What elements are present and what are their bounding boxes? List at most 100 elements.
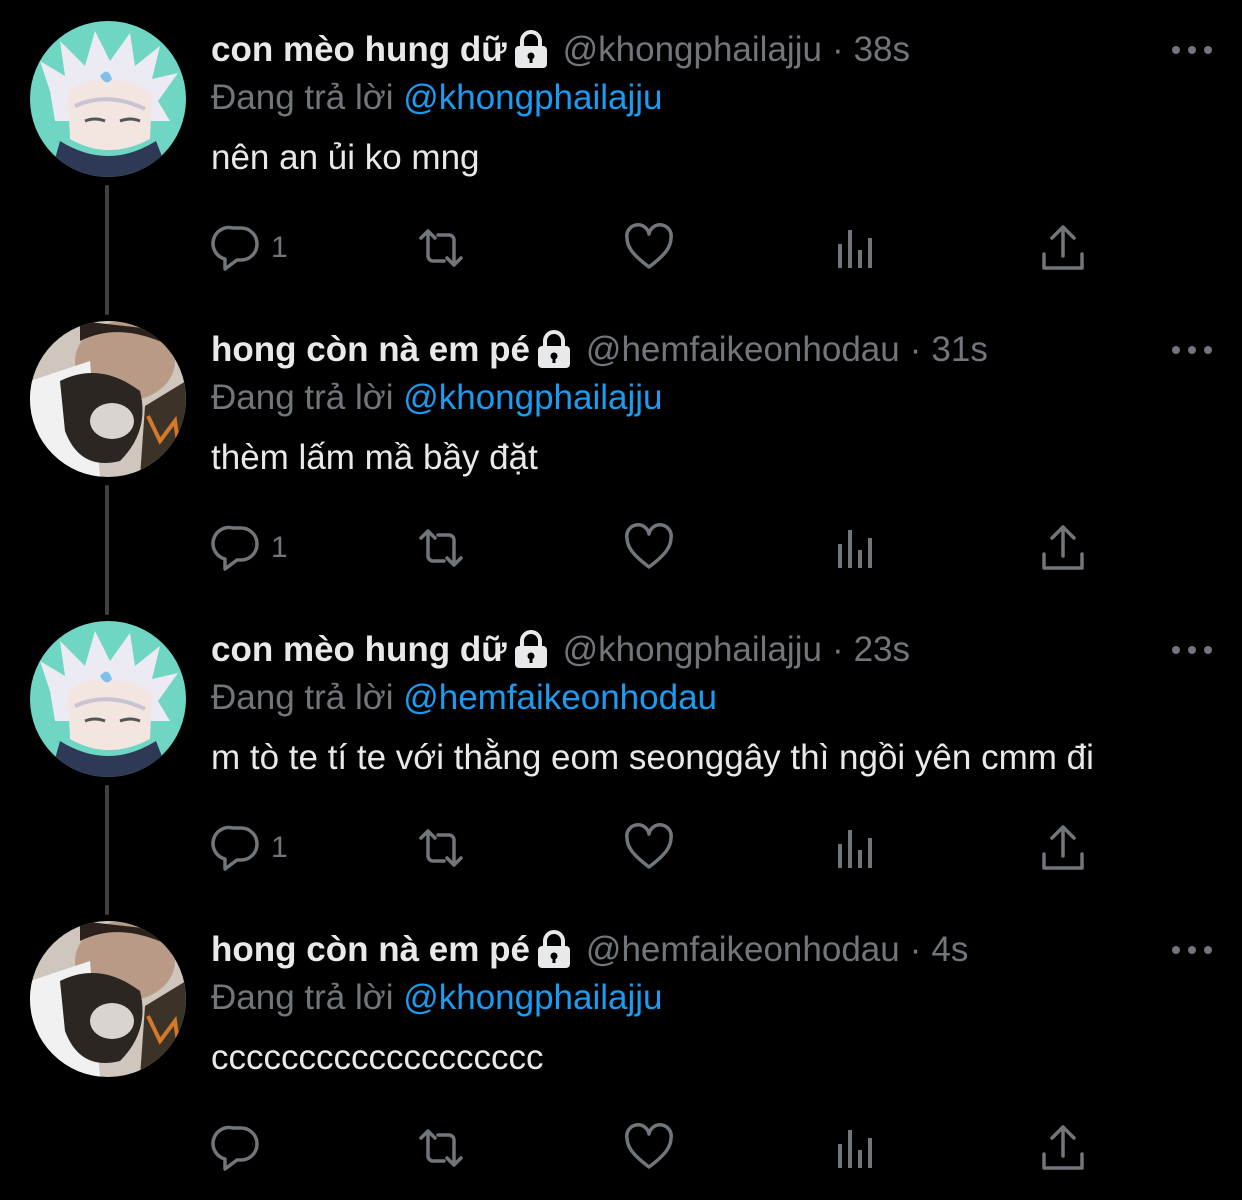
more-horizontal-icon[interactable]	[1172, 940, 1212, 960]
views-icon	[838, 1130, 872, 1168]
lock-icon	[536, 330, 572, 370]
like-button[interactable]	[623, 520, 675, 576]
mention-link[interactable]: @khongphailajju	[403, 78, 662, 117]
user-handle[interactable]: @khongphailajju	[563, 30, 822, 70]
timestamp[interactable]: 38s	[854, 30, 910, 70]
avatar[interactable]	[30, 921, 186, 1077]
mention-link[interactable]: @khongphailajju	[403, 378, 662, 417]
separator-dot: ·	[909, 930, 922, 969]
share-icon	[1042, 525, 1084, 570]
more-horizontal-icon[interactable]	[1172, 40, 1212, 60]
share-icon	[1042, 225, 1084, 270]
tweet-header: hong còn nà em pé @hemfaikeonhodau · 4s	[211, 928, 968, 972]
user-handle[interactable]: @khongphailajju	[563, 630, 822, 670]
mention-link[interactable]: @hemfaikeonhodau	[403, 678, 717, 717]
lock-icon	[536, 930, 572, 970]
views-icon	[838, 830, 872, 868]
separator-dot: ·	[909, 330, 922, 369]
replying-to-label: Đang trả lời	[211, 978, 394, 1017]
tweet-header: con mèo hung dữ @khongphailajju · 23s	[211, 628, 910, 672]
retweet-button[interactable]	[415, 1120, 467, 1176]
separator-dot: ·	[831, 30, 844, 69]
reply-button[interactable]: 1	[211, 220, 288, 276]
action-bar: 1	[211, 520, 1091, 576]
replying-to-label: Đang trả lời	[211, 678, 394, 717]
retweet-icon	[419, 229, 463, 267]
reply-button[interactable]: 1	[211, 820, 288, 876]
tweet-text: nên an ủi ko mng	[211, 138, 480, 177]
views-icon	[838, 530, 872, 568]
tweet-text: thèm lấm mầ bầy đặt	[211, 438, 538, 477]
action-bar: 1	[211, 820, 1091, 876]
photo-avatar-image	[30, 921, 186, 1077]
photo-avatar-image	[30, 321, 186, 477]
timestamp[interactable]: 4s	[931, 930, 968, 970]
replying-to-label: Đang trả lời	[211, 78, 394, 117]
lock-icon	[513, 30, 549, 70]
lock-icon	[513, 630, 549, 670]
reply-icon	[211, 225, 259, 271]
retweet-icon	[419, 529, 463, 567]
share-button[interactable]	[1037, 820, 1089, 876]
reply-button[interactable]	[211, 1120, 271, 1176]
retweet-icon	[419, 1129, 463, 1167]
retweet-button[interactable]	[415, 220, 467, 276]
retweet-button[interactable]	[415, 520, 467, 576]
share-icon	[1042, 825, 1084, 870]
more-horizontal-icon[interactable]	[1172, 340, 1212, 360]
reply-count: 1	[271, 231, 288, 264]
like-button[interactable]	[623, 220, 675, 276]
reply-count: 1	[271, 831, 288, 864]
retweet-icon	[419, 829, 463, 867]
tweet-header: con mèo hung dữ @khongphailajju · 38s	[211, 28, 910, 72]
heart-icon	[625, 223, 673, 269]
anime-avatar-image	[30, 21, 186, 177]
retweet-button[interactable]	[415, 820, 467, 876]
views-button[interactable]	[829, 820, 881, 876]
replying-to: Đang trả lời @khongphailajju	[211, 78, 663, 118]
replying-to: Đang trả lời @khongphailajju	[211, 378, 663, 418]
display-name[interactable]: con mèo hung dữ	[211, 30, 507, 70]
avatar[interactable]	[30, 621, 186, 777]
views-button[interactable]	[829, 1120, 881, 1176]
tweet[interactable]: hong còn nà em pé @hemfaikeonhodau · 4s …	[0, 900, 1242, 1200]
reply-icon	[211, 525, 259, 571]
action-bar: 1	[211, 220, 1091, 276]
display-name[interactable]: con mèo hung dữ	[211, 630, 507, 670]
more-horizontal-icon[interactable]	[1172, 640, 1212, 660]
views-button[interactable]	[829, 220, 881, 276]
views-button[interactable]	[829, 520, 881, 576]
share-button[interactable]	[1037, 1120, 1089, 1176]
replying-to: Đang trả lời @khongphailajju	[211, 978, 663, 1018]
timestamp[interactable]: 31s	[931, 330, 987, 370]
heart-icon	[625, 823, 673, 869]
tweet[interactable]: hong còn nà em pé @hemfaikeonhodau · 31s…	[0, 300, 1242, 600]
mention-link[interactable]: @khongphailajju	[403, 978, 662, 1017]
tweet[interactable]: con mèo hung dữ @khongphailajju · 23s Đa…	[0, 600, 1242, 900]
replying-to-label: Đang trả lời	[211, 378, 394, 417]
heart-icon	[625, 1123, 673, 1169]
separator-dot: ·	[831, 630, 844, 669]
reply-icon	[211, 1125, 259, 1171]
share-button[interactable]	[1037, 220, 1089, 276]
share-icon	[1042, 1125, 1084, 1170]
like-button[interactable]	[623, 820, 675, 876]
timestamp[interactable]: 23s	[854, 630, 910, 670]
action-bar	[211, 1120, 1091, 1176]
share-button[interactable]	[1037, 520, 1089, 576]
display-name[interactable]: hong còn nà em pé	[211, 330, 530, 370]
reply-button[interactable]: 1	[211, 520, 288, 576]
avatar[interactable]	[30, 321, 186, 477]
tweet-header: hong còn nà em pé @hemfaikeonhodau · 31s	[211, 328, 988, 372]
reply-count: 1	[271, 531, 288, 564]
tweet[interactable]: con mèo hung dữ @khongphailajju · 38s Đa…	[0, 0, 1242, 300]
like-button[interactable]	[623, 1120, 675, 1176]
user-handle[interactable]: @hemfaikeonhodau	[586, 930, 900, 970]
user-handle[interactable]: @hemfaikeonhodau	[586, 330, 900, 370]
avatar[interactable]	[30, 21, 186, 177]
reply-icon	[211, 825, 259, 871]
views-icon	[838, 230, 872, 268]
heart-icon	[625, 523, 673, 569]
display-name[interactable]: hong còn nà em pé	[211, 930, 530, 970]
tweet-text: m tò te tí te với thằng eom seonggây thì…	[211, 738, 1094, 777]
